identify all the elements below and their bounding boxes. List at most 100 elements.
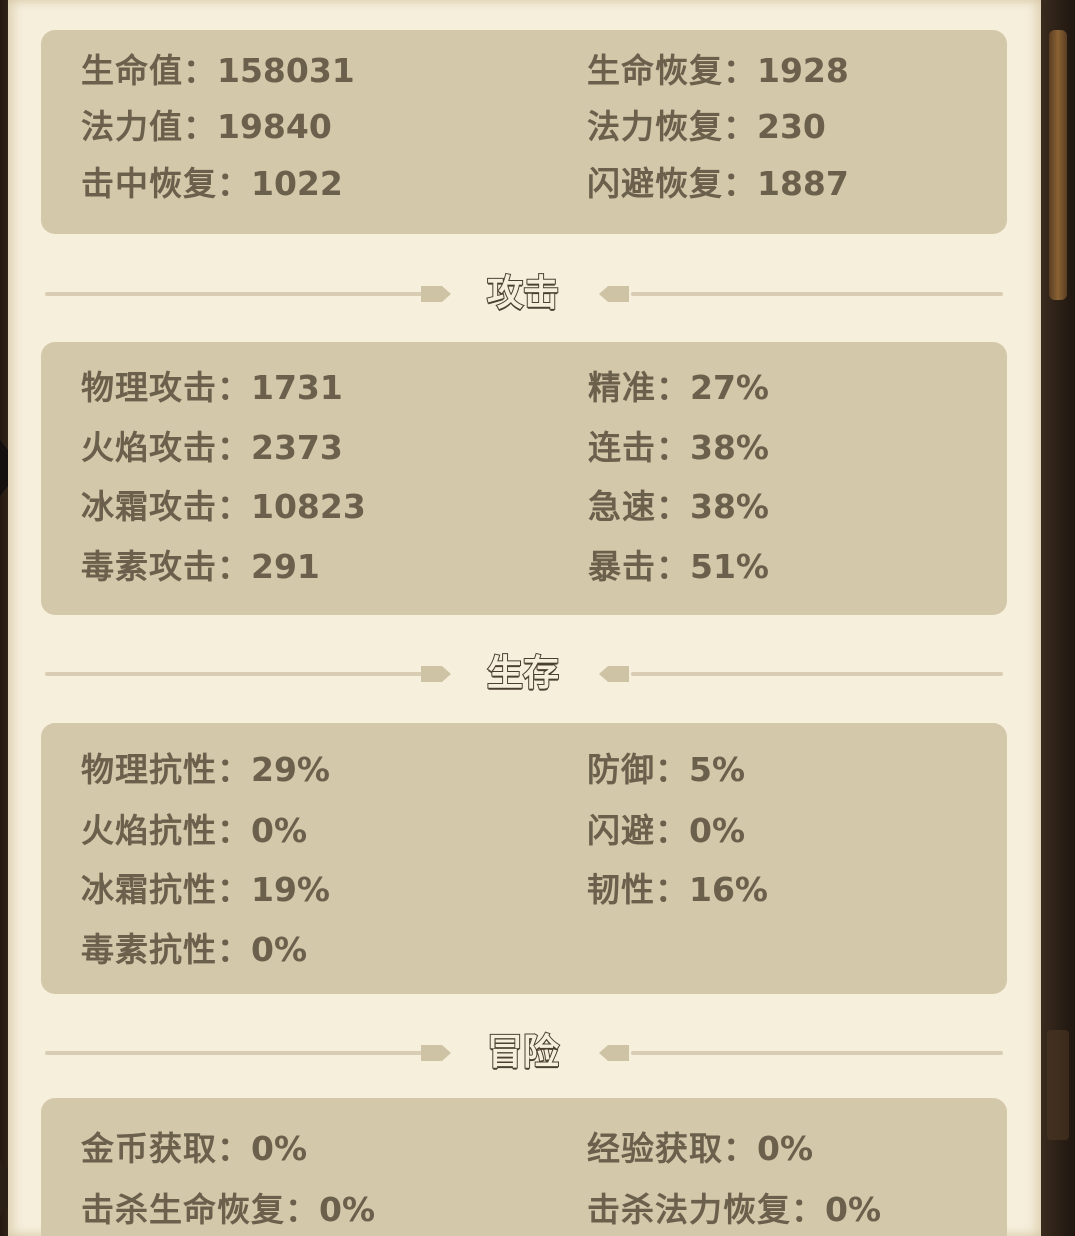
stat-dodge: 闪避：0% <box>587 811 745 851</box>
stat-poison-resist: 毒素抗性：0% <box>81 930 307 970</box>
scrollbar-area[interactable] <box>1041 0 1075 1236</box>
stat-value: 1022 <box>251 164 343 203</box>
basic-stats-panel: 生命值：158031 生命恢复：1928 法力值：19840 法力恢复：230 … <box>41 30 1007 234</box>
stat-label: 毒素抗性： <box>81 930 251 969</box>
stat-label: 火焰攻击： <box>81 428 251 467</box>
stat-mp-regen: 法力恢复：230 <box>587 107 826 147</box>
divider-ornament <box>599 666 629 682</box>
section-header-attack: 攻击 <box>41 269 1007 319</box>
stat-value: 5% <box>689 750 746 789</box>
stat-hp-regen: 生命恢复：1928 <box>587 51 849 91</box>
stat-value: 38% <box>690 487 769 526</box>
divider-ornament <box>599 286 629 302</box>
stat-value: 1887 <box>757 164 849 203</box>
divider-line <box>631 1051 1003 1055</box>
stat-label: 防御： <box>587 750 689 789</box>
divider-ornament <box>421 1045 451 1061</box>
section-header-adventure: 冒险 <box>41 1028 1007 1078</box>
section-header-survival: 生存 <box>41 649 1007 699</box>
stat-value: 0% <box>319 1190 376 1229</box>
stat-value: 1731 <box>251 368 343 407</box>
adventure-stats-panel: 金币获取：0% 经验获取：0% 击杀生命恢复：0% 击杀法力恢复：0% <box>41 1098 1007 1236</box>
stat-value: 291 <box>251 547 320 586</box>
stat-fire-attack: 火焰攻击：2373 <box>81 428 343 468</box>
stat-label: 经验获取： <box>587 1129 757 1168</box>
stat-label: 物理攻击： <box>81 368 251 407</box>
stat-label: 物理抗性： <box>81 750 251 789</box>
stat-label: 击杀法力恢复： <box>587 1190 825 1229</box>
stat-label: 闪避恢复： <box>587 164 757 203</box>
divider-line <box>45 1051 431 1055</box>
stat-value: 16% <box>689 870 768 909</box>
stat-physical-resist: 物理抗性：29% <box>81 750 330 790</box>
stat-crit: 暴击：51% <box>588 547 769 587</box>
divider-ornament <box>421 666 451 682</box>
stat-hp: 生命值：158031 <box>81 51 355 91</box>
divider-ornament <box>599 1045 629 1061</box>
stat-label: 暴击： <box>588 547 690 586</box>
stat-label: 火焰抗性： <box>81 811 251 850</box>
stat-label: 生命值： <box>81 51 217 90</box>
stat-value: 0% <box>689 811 746 850</box>
stat-label: 金币获取： <box>81 1129 251 1168</box>
stat-value: 27% <box>690 368 769 407</box>
section-title-adventure: 冒险 <box>486 1031 560 1074</box>
stat-label: 击杀生命恢复： <box>81 1190 319 1229</box>
stat-physical-attack: 物理攻击：1731 <box>81 368 343 408</box>
attack-stats-panel: 物理攻击：1731 精准：27% 火焰攻击：2373 连击：38% 冰霜攻击：1… <box>41 342 1007 615</box>
stat-label: 生命恢复： <box>587 51 757 90</box>
divider-line <box>631 672 1003 676</box>
stat-label: 法力恢复： <box>587 107 757 146</box>
stat-value: 29% <box>251 750 330 789</box>
stat-value: 51% <box>690 547 769 586</box>
stat-value: 0% <box>757 1129 814 1168</box>
section-title-attack: 攻击 <box>486 272 560 315</box>
stat-value: 230 <box>757 107 826 146</box>
survival-stats-panel: 物理抗性：29% 防御：5% 火焰抗性：0% 闪避：0% 冰霜抗性：19% 韧性… <box>41 723 1007 994</box>
stat-haste: 急速：38% <box>588 487 769 527</box>
stat-kill-hp-regen: 击杀生命恢复：0% <box>81 1190 375 1230</box>
stat-label: 冰霜攻击： <box>81 487 251 526</box>
stat-value: 19% <box>251 870 330 909</box>
stat-label: 毒素攻击： <box>81 547 251 586</box>
stat-accuracy: 精准：27% <box>588 368 769 408</box>
stat-value: 10823 <box>251 487 366 526</box>
stat-value: 1928 <box>757 51 849 90</box>
section-title-survival: 生存 <box>486 652 560 695</box>
frame-decoration <box>1047 1030 1069 1140</box>
stat-label: 连击： <box>588 428 690 467</box>
stat-label: 闪避： <box>587 811 689 850</box>
stat-label: 韧性： <box>587 870 689 909</box>
stat-value: 158031 <box>217 51 355 90</box>
divider-ornament <box>421 286 451 302</box>
stat-frost-attack: 冰霜攻击：10823 <box>81 487 366 527</box>
stat-label: 法力值： <box>81 107 217 146</box>
stat-kill-mp-regen: 击杀法力恢复：0% <box>587 1190 881 1230</box>
stat-toughness: 韧性：16% <box>587 870 768 910</box>
stat-label: 击中恢复： <box>81 164 251 203</box>
divider-line <box>45 292 431 296</box>
stat-dodge-regen: 闪避恢复：1887 <box>587 164 849 204</box>
stat-gold-gain: 金币获取：0% <box>81 1129 307 1169</box>
scroll-handle[interactable] <box>1049 30 1067 300</box>
stat-label: 冰霜抗性： <box>81 870 251 909</box>
stat-value: 0% <box>825 1190 882 1229</box>
stat-label: 急速： <box>588 487 690 526</box>
stat-fire-resist: 火焰抗性：0% <box>81 811 307 851</box>
divider-line <box>45 672 431 676</box>
stat-combo: 连击：38% <box>588 428 769 468</box>
stat-poison-attack: 毒素攻击：291 <box>81 547 320 587</box>
stat-label: 精准： <box>588 368 690 407</box>
divider-line <box>631 292 1003 296</box>
stat-exp-gain: 经验获取：0% <box>587 1129 813 1169</box>
stat-mp: 法力值：19840 <box>81 107 332 147</box>
stat-value: 0% <box>251 811 308 850</box>
stat-frost-resist: 冰霜抗性：19% <box>81 870 330 910</box>
stat-value: 19840 <box>217 107 332 146</box>
stat-value: 38% <box>690 428 769 467</box>
stat-value: 2373 <box>251 428 343 467</box>
stat-value: 0% <box>251 1129 308 1168</box>
stat-defense: 防御：5% <box>587 750 745 790</box>
stat-value: 0% <box>251 930 308 969</box>
stat-hit-regen: 击中恢复：1022 <box>81 164 343 204</box>
